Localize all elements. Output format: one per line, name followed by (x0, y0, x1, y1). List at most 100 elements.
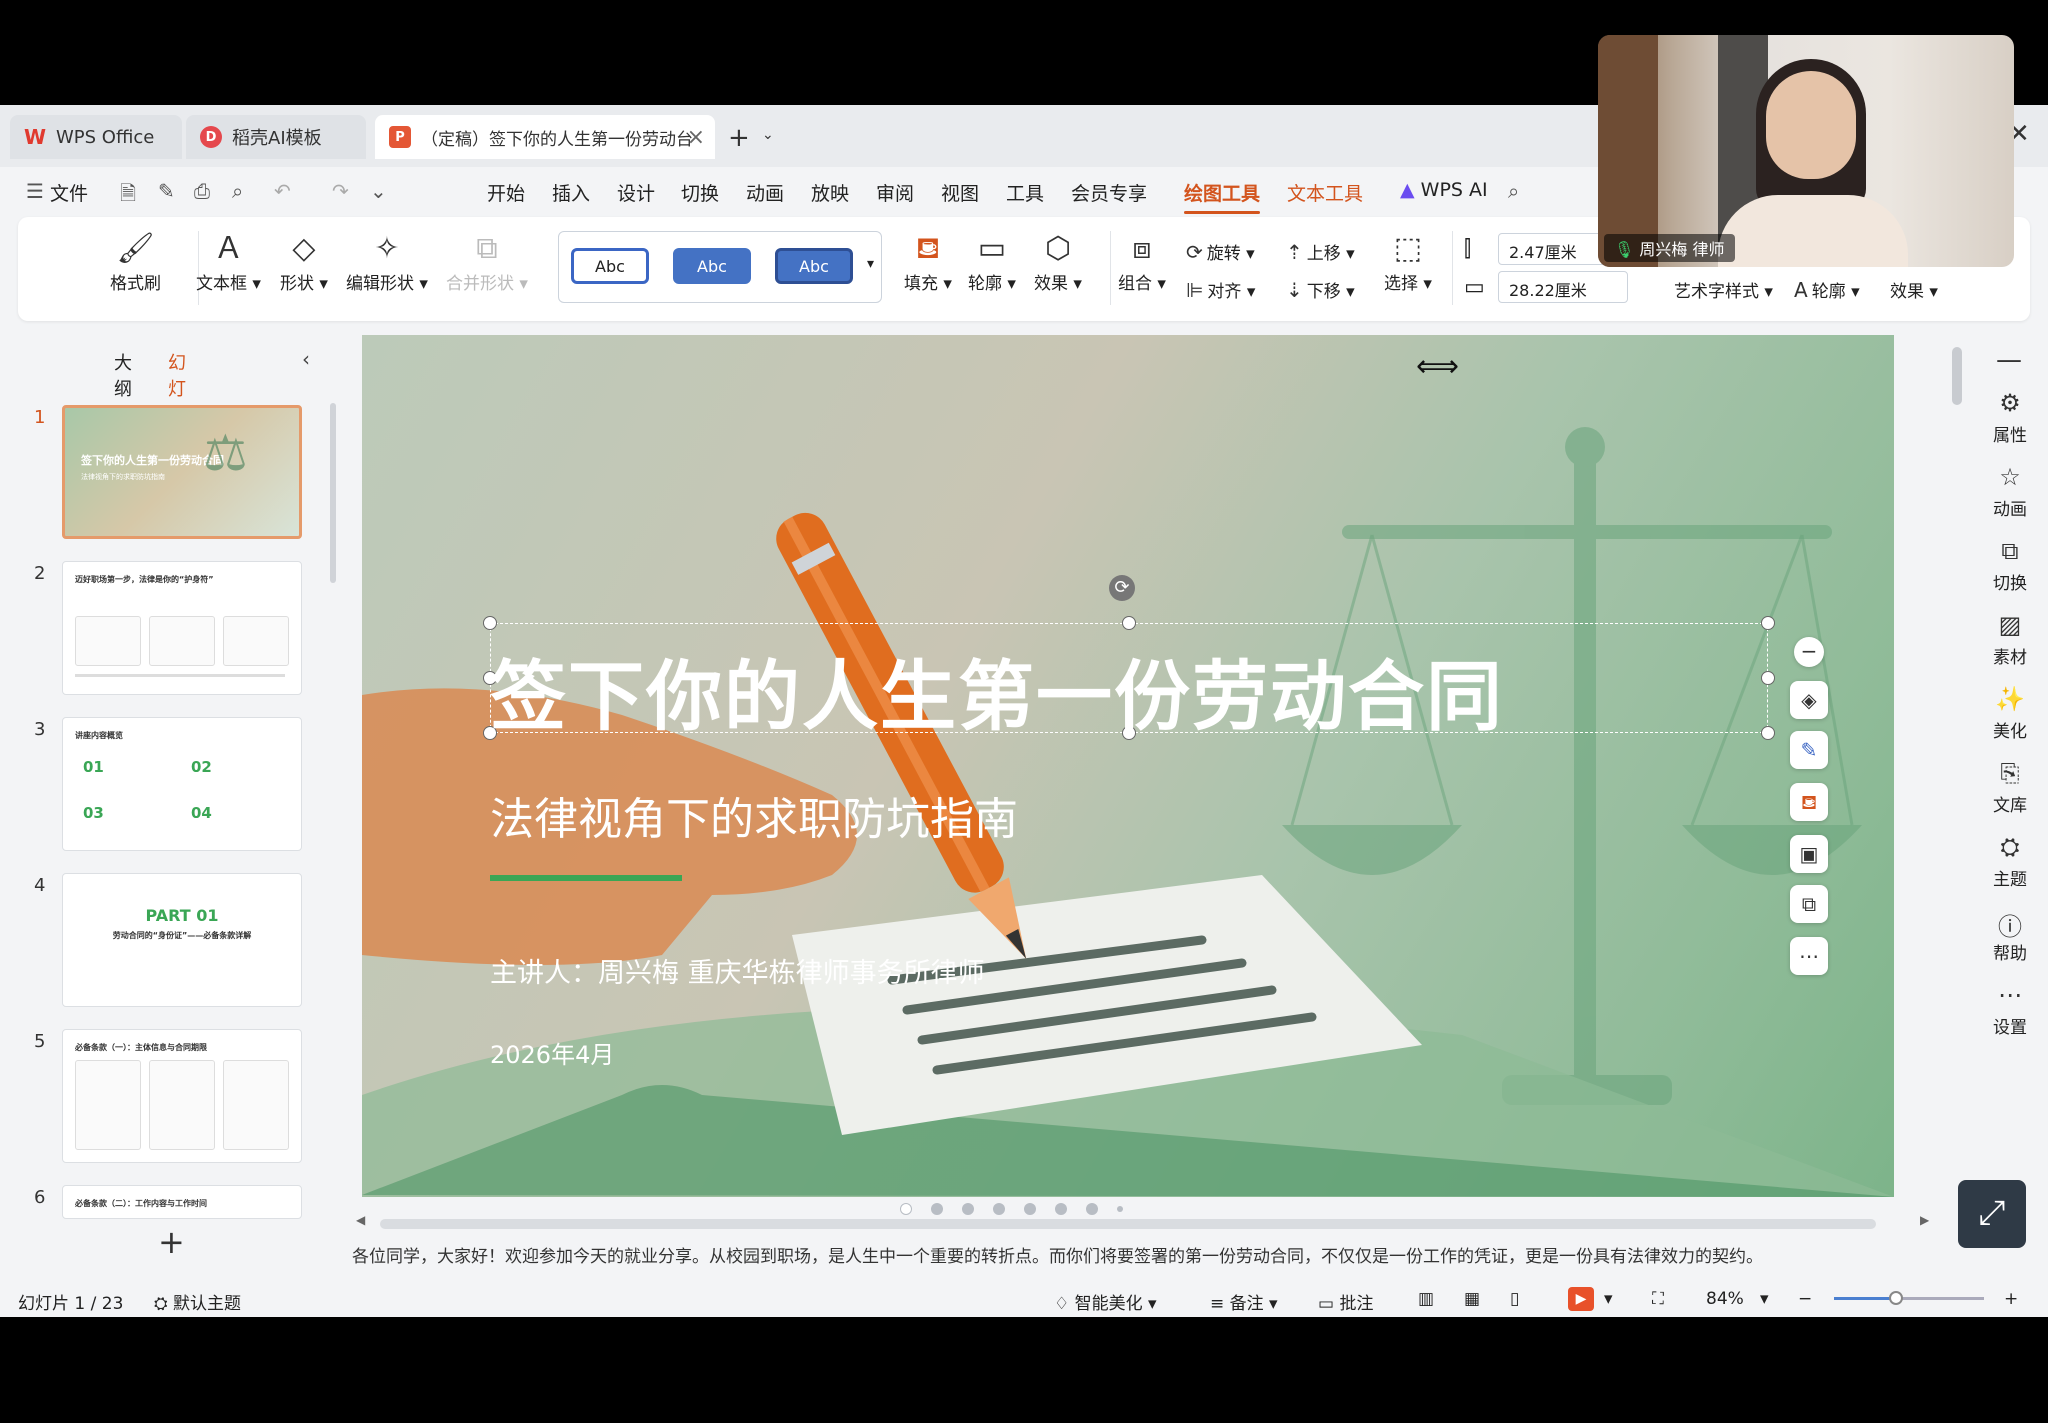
pager-dot[interactable] (993, 1203, 1005, 1215)
tab-ai-template[interactable]: D 稻壳AI模板 (186, 115, 366, 159)
panel-scrollbar[interactable] (330, 403, 336, 583)
rotate-handle[interactable]: ⟳ (1109, 575, 1135, 601)
slide-thumbnail-4[interactable]: PART 01 劳动合同的“身份证”——必备条款详解 (62, 873, 302, 1007)
zoom-in-button[interactable]: + (2004, 1289, 2018, 1309)
sidebar-beautify[interactable]: ✨ 美化 (1972, 685, 2048, 742)
more-quick-actions-icon[interactable]: ⌄ (370, 179, 387, 203)
undo-icon[interactable]: ↶ (274, 179, 291, 203)
sidebar-help[interactable]: ⓘ 帮助 (1972, 907, 2048, 964)
slide-thumbnail-1[interactable]: 签下你的人生第一份劳动合同 法律视角下的求职防坑指南 ⚖ (62, 405, 302, 539)
fill-color-icon[interactable]: ⛾ (1790, 783, 1828, 821)
menu-start[interactable]: 开始 (487, 179, 525, 206)
tab-document[interactable]: P （定稿）签下你的人生第一份劳动台 × (375, 115, 715, 159)
new-tab-button[interactable]: + (728, 123, 750, 153)
text-effect-button[interactable]: 效果 ▾ (1890, 277, 1938, 302)
save-icon[interactable]: 🗎 (120, 179, 136, 213)
video-call-overlay[interactable] (1598, 35, 2014, 267)
tab-wps-office[interactable]: W WPS Office (10, 115, 182, 159)
menu-slideshow[interactable]: 放映 (811, 179, 849, 206)
effect-button[interactable]: ⬡ 效果 ▾ (1034, 229, 1082, 294)
menu-animation[interactable]: 动画 (746, 179, 784, 206)
zoom-slider-handle[interactable] (1888, 1291, 1903, 1305)
comments-button[interactable]: ▭ 批注 (1318, 1289, 1373, 1314)
slideshow-options-icon[interactable]: ▾ (1604, 1289, 1613, 1309)
pager-dot[interactable] (1117, 1206, 1123, 1212)
rotate-button[interactable]: ⟳ 旋转 ▾ (1186, 239, 1255, 264)
menu-member[interactable]: 会员专享 (1071, 179, 1147, 206)
menu-text-tools[interactable]: 文本工具 (1287, 179, 1363, 206)
resize-handle[interactable] (1122, 616, 1136, 630)
exit-fullscreen-icon[interactable]: ⤢ (1958, 1180, 2026, 1248)
slide-thumbnail-2[interactable]: 迈好职场第一步，法律是你的“护身符” (62, 561, 302, 695)
vertical-scrollbar[interactable] (1952, 347, 1962, 405)
search-icon[interactable]: ⌕ (1508, 179, 1519, 203)
redo-icon[interactable]: ↷ (332, 179, 349, 203)
format-painter-button[interactable]: 🖌 格式刷 (110, 229, 161, 294)
print-preview-icon[interactable]: ⌕ (232, 179, 243, 203)
send-backward-button[interactable]: ⇣ 下移 ▾ (1286, 277, 1355, 302)
sidebar-theme[interactable]: ⛭ 主题 (1972, 833, 2048, 890)
sidebar-animation[interactable]: ☆ 动画 (1972, 463, 2048, 520)
shape-button[interactable]: ◇ 形状 ▾ (280, 229, 328, 294)
group-button[interactable]: ⧈ 组合 ▾ (1118, 229, 1166, 294)
slide-thumbnail-3[interactable]: 讲座内容概览 01 02 03 04 (62, 717, 302, 851)
resize-handle[interactable] (1761, 726, 1775, 740)
outline-button[interactable]: ▭ 轮廓 ▾ (968, 229, 1016, 294)
sidebar-assets[interactable]: ▨ 素材 (1972, 611, 2048, 668)
bring-forward-button[interactable]: ⇡ 上移 ▾ (1286, 239, 1355, 264)
slide-title[interactable]: 签下你的人生第一份劳动合同 (490, 635, 1504, 745)
pager-dot[interactable] (931, 1203, 943, 1215)
sidebar-settings[interactable]: ⋯ 设置 (1972, 981, 2048, 1038)
wps-ai-button[interactable]: ▲ WPS AI (1400, 179, 1488, 201)
play-slideshow-icon[interactable]: ▶ (1568, 1287, 1594, 1311)
horizontal-scrollbar[interactable] (380, 1219, 1876, 1229)
menu-design[interactable]: 设计 (617, 179, 655, 206)
resize-handle[interactable] (1761, 616, 1775, 630)
menu-drawing-tools[interactable]: 绘图工具 (1184, 179, 1261, 214)
collapse-panel-icon[interactable]: ‹ (302, 347, 310, 371)
theme-button[interactable]: ⛭ 默认主题 (154, 1289, 241, 1314)
textbox-button[interactable]: Ａ 文本框 ▾ (196, 229, 261, 294)
pager-dot[interactable] (1024, 1203, 1036, 1215)
zoom-level[interactable]: 84% (1706, 1289, 1744, 1309)
normal-view-icon[interactable]: ▥ (1418, 1289, 1434, 1309)
layers-icon[interactable]: ◈ (1790, 681, 1828, 719)
add-slide-button[interactable]: + (158, 1223, 185, 1261)
pager-dot[interactable] (962, 1203, 974, 1215)
slide-canvas[interactable]: ⟺ ⟳ 签下你的人生第一份劳动合同 法律视角下的求职防坑指南 主讲人：周兴梅 重… (362, 335, 1894, 1197)
shape-style-option[interactable]: Abc (775, 248, 853, 284)
gallery-expand-icon[interactable]: ▾ (867, 256, 874, 272)
fit-window-icon[interactable]: ⛶ (1652, 1289, 1664, 1309)
more-options-icon[interactable]: ⋯ (1790, 937, 1828, 975)
zoom-options-icon[interactable]: ▾ (1760, 1289, 1769, 1309)
close-tab-icon[interactable]: × (687, 125, 705, 150)
shape-style-option[interactable]: Abc (571, 248, 649, 284)
width-input[interactable]: 28.22厘米 (1498, 271, 1628, 303)
resize-handle[interactable] (1761, 671, 1775, 685)
merge-shape-button[interactable]: ⧉ 合并形状 ▾ (446, 229, 528, 294)
speaker-notes[interactable]: 各位同学，大家好！欢迎参加今天的就业分享。从校园到职场，是人生中一个重要的转折点… (352, 1243, 1912, 1283)
menu-view[interactable]: 视图 (941, 179, 979, 206)
pager-dot[interactable] (900, 1203, 912, 1215)
slide-presenter[interactable]: 主讲人：周兴梅 重庆华栋律师事务所律师 (490, 951, 985, 990)
menu-transition[interactable]: 切换 (681, 179, 719, 206)
hamburger-menu-icon[interactable]: ☰ (26, 179, 44, 203)
scroll-left-icon[interactable]: ◀ (356, 1213, 365, 1227)
reading-view-icon[interactable]: ▯ (1510, 1289, 1519, 1309)
select-button[interactable]: ⬚ 选择 ▾ (1384, 229, 1432, 294)
text-outline-button[interactable]: A 轮廓 ▾ (1794, 277, 1860, 302)
menu-file[interactable]: 文件 (50, 179, 88, 206)
sidebar-library[interactable]: ⎘ 文库 (1972, 759, 2048, 816)
slide-thumbnail-5[interactable]: 必备条款（一）：主体信息与合同期限 (62, 1029, 302, 1163)
pager-dot[interactable] (1086, 1203, 1098, 1215)
grid-view-icon[interactable]: ▦ (1464, 1289, 1480, 1309)
slide-thumbnail-6[interactable]: 必备条款（二）：工作内容与工作时间 (62, 1185, 302, 1219)
tab-outline[interactable]: 大纲 (114, 349, 132, 401)
menu-tools[interactable]: 工具 (1006, 179, 1044, 206)
zoom-out-icon[interactable]: − (1794, 637, 1824, 667)
edit-shape-button[interactable]: ✧ 编辑形状 ▾ (346, 229, 428, 294)
slide-subtitle[interactable]: 法律视角下的求职防坑指南 (490, 783, 1018, 847)
menu-insert[interactable]: 插入 (552, 179, 590, 206)
slide-date[interactable]: 2026年4月 (490, 1035, 614, 1070)
sidebar-properties[interactable]: ⚙ 属性 (1972, 389, 2048, 446)
